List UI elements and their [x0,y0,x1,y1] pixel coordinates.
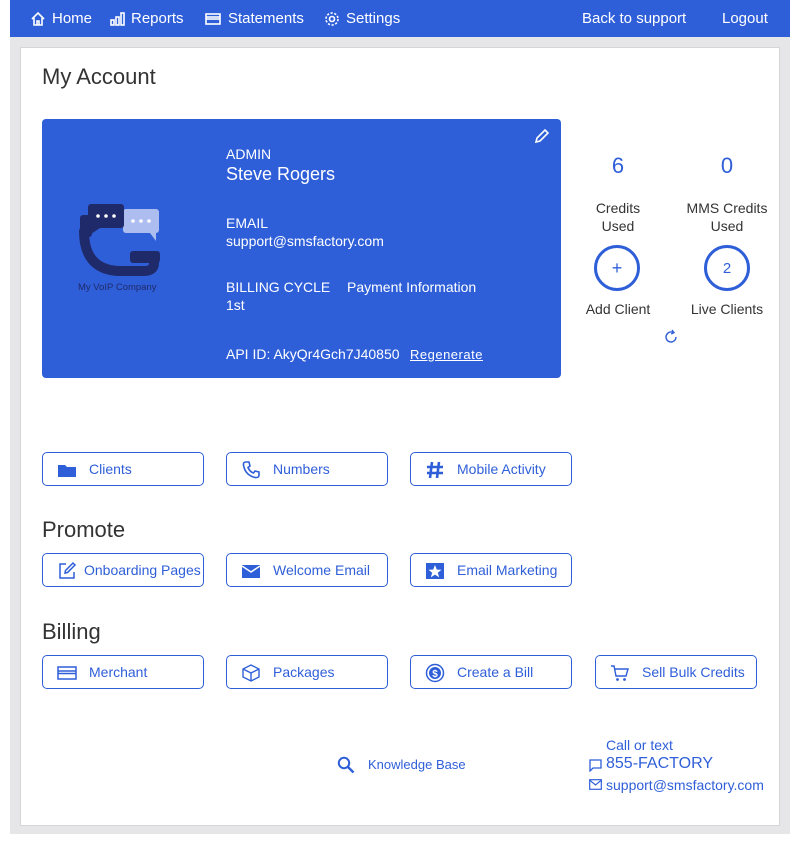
page-title: My Account [42,64,156,89]
onboarding-pages-button[interactable]: Onboarding Pages [42,553,204,587]
add-client-label: Add Client [585,301,651,317]
nav-home-label: Home [52,10,93,27]
email-marketing-button-label: Email Marketing [457,562,558,578]
home-icon [31,11,45,26]
payment-information-link[interactable]: Payment Information [347,279,476,295]
mobile-activity-button[interactable]: Mobile Activity [410,452,572,486]
credits-used-label-1: Credits [595,200,641,216]
svg-text:My VoIP Company: My VoIP Company [78,282,157,293]
credit-card-icon [205,12,221,25]
clients-button-label: Clients [89,461,132,477]
company-logo: My VoIP Company [78,201,168,293]
live-clients-value: 2 [722,259,732,277]
nav-home[interactable]: Home [30,10,92,27]
email-label: EMAIL [226,215,269,231]
numbers-button[interactable]: Numbers [226,452,388,486]
envelope-icon [241,561,261,581]
email-marketing-icon [425,561,445,581]
shopping-cart-icon [610,663,630,683]
phone-number-link[interactable]: 855-FACTORY [606,755,713,773]
sell-bulk-credits-button[interactable]: Sell Bulk Credits [595,655,757,689]
nav-settings-label: Settings [346,10,401,27]
credit-card-icon [57,663,77,683]
mms-credits-used-value: 0 [720,153,734,178]
gear-icon [325,11,339,26]
edit-square-icon [57,561,77,581]
add-client-button[interactable]: + [594,245,640,291]
mail-icon [589,779,602,790]
nav-back-to-support[interactable]: Back to support [582,10,686,27]
refresh-icon[interactable] [662,328,680,346]
promote-heading: Promote [42,517,126,542]
api-id: API ID: AkyQr4Gch7J40850 [226,346,400,362]
role-label: ADMIN [226,146,272,162]
nav-statements-label: Statements [228,10,304,27]
knowledge-base-link[interactable]: Knowledge Base [368,757,466,772]
billing-heading: Billing [42,619,101,644]
plus-icon: + [611,257,623,278]
call-or-text-label: Call or text [606,737,673,753]
credits-used-value: 6 [611,153,625,178]
dollar-circle-icon: $ [425,663,445,683]
chat-bubble-icon [589,759,602,772]
credits-used-label-2: Used [601,218,635,234]
search-icon[interactable] [337,756,355,774]
bar-chart-icon [110,11,125,26]
user-name: Steve Rogers [226,164,336,184]
mms-credits-used-label-1: MMS Credits [686,200,768,216]
packages-button[interactable]: Packages [226,655,388,689]
nav-statements[interactable]: Statements [204,10,304,27]
nav-logout-label: Logout [722,10,768,27]
mms-credits-used-label-2: Used [710,218,744,234]
billing-cycle-label: BILLING CYCLE [226,279,331,295]
create-bill-button[interactable]: $ Create a Bill [410,655,572,689]
user-email: support@smsfactory.com [226,233,384,249]
svg-text:$: $ [432,669,438,680]
regenerate-link[interactable]: Regenerate [410,347,483,362]
edit-icon[interactable] [533,127,551,145]
mobile-activity-button-label: Mobile Activity [457,461,546,477]
nav-reports[interactable]: Reports [109,10,184,27]
voip-logo-icon: My VoIP Company [78,204,160,293]
welcome-email-button-label: Welcome Email [273,562,370,578]
create-bill-button-label: Create a Bill [457,664,534,680]
live-clients-label: Live Clients [690,301,764,317]
email-marketing-button[interactable]: Email Marketing [410,553,572,587]
nav-logout[interactable]: Logout [722,10,768,27]
merchant-button[interactable]: Merchant [42,655,204,689]
welcome-email-button[interactable]: Welcome Email [226,553,388,587]
nav-back-label: Back to support [582,10,687,27]
hashtag-icon [425,460,445,480]
folder-icon [57,460,77,480]
clients-button[interactable]: Clients [42,452,204,486]
live-clients-button[interactable]: 2 [704,245,750,291]
packages-button-label: Packages [273,664,335,680]
billing-cycle-value: 1st [226,297,245,313]
box-icon [241,663,261,683]
phone-icon [241,460,261,480]
nav-settings[interactable]: Settings [324,10,400,27]
numbers-button-label: Numbers [273,461,330,477]
merchant-button-label: Merchant [89,664,148,680]
nav-reports-label: Reports [131,10,184,27]
sell-bulk-credits-button-label: Sell Bulk Credits [642,664,745,680]
support-email-link[interactable]: support@smsfactory.com [606,777,764,793]
top-navbar: Home Reports Statements Settings Back to… [10,0,790,37]
onboarding-pages-button-label: Onboarding Pages [84,562,201,578]
account-card: My VoIP Company ADMIN Steve Rogers EMAIL… [42,119,561,378]
